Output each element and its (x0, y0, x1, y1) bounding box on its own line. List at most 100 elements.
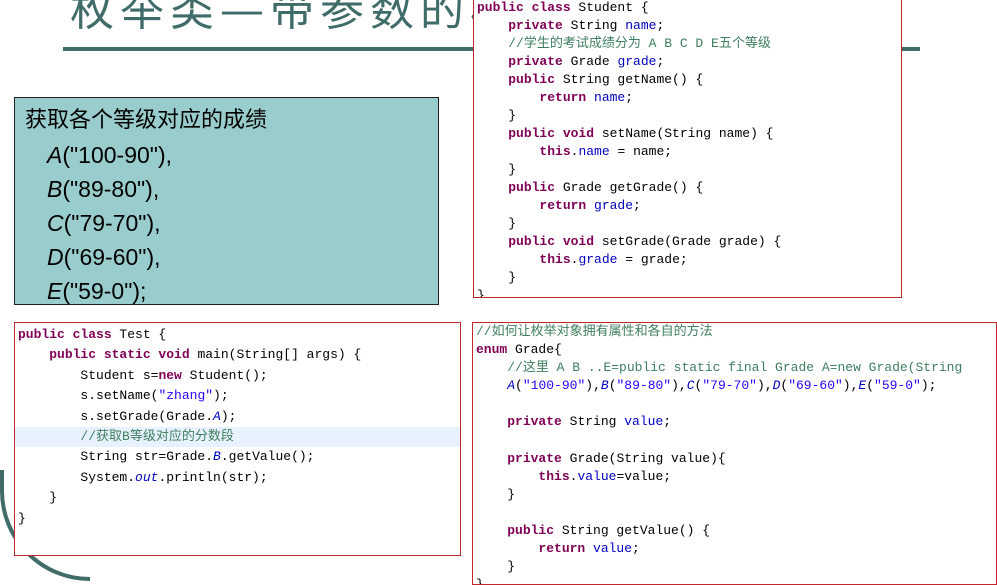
grade-range: ("100-90"), (62, 142, 172, 168)
code-token: } (476, 577, 484, 585)
code-token: } (18, 510, 26, 526)
code-token: C (686, 378, 695, 394)
code-line: } (15, 509, 460, 529)
code-token: ; (656, 54, 665, 69)
student-class-code: public class Student { private String na… (473, 0, 902, 298)
code-line: this.name = name; (474, 143, 901, 161)
code-token: main(String[] args) { (197, 347, 362, 363)
code-line: } (474, 161, 901, 179)
code-token: ( (866, 378, 875, 394)
code-line: public class Student { (474, 0, 901, 17)
code-token: String str=Grade. (18, 449, 214, 465)
grade-item: B("89-80"), (25, 172, 428, 206)
code-line: this.value=value; (473, 468, 996, 486)
code-token: private (508, 18, 571, 33)
code-line: } (473, 486, 996, 504)
code-token: public void (508, 126, 602, 141)
grade-item: D("69-60"), (25, 240, 428, 274)
code-token: Student { (578, 0, 649, 15)
code-token: "79-70" (702, 378, 757, 394)
code-token: //这里 A B ..E=public static final Grade A… (507, 360, 963, 376)
code-line: } (15, 488, 460, 508)
code-token: public void (508, 234, 602, 249)
code-token: .println(str); (158, 469, 268, 485)
code-line: //学生的考试成绩分为 A B C D E五个等级 (474, 35, 901, 53)
code-token: value (593, 541, 633, 557)
code-token: s.setGrade(Grade. (18, 408, 214, 424)
code-token: new (158, 367, 190, 383)
code-line: private String name; (474, 17, 901, 35)
code-token: Student s= (18, 367, 159, 383)
code-token: } (477, 108, 517, 123)
title-underline-right (902, 47, 920, 51)
code-token: return (539, 198, 595, 213)
code-line: } (474, 269, 901, 287)
grade-letter: B (47, 176, 63, 202)
code-token: String (569, 414, 625, 430)
code-token: = grade; (617, 252, 688, 267)
code-token: ), (671, 378, 687, 394)
title-underline (63, 47, 473, 51)
code-line (473, 395, 996, 413)
code-token: Grade{ (515, 342, 562, 358)
code-token: ; (633, 198, 641, 213)
code-line: enum Grade{ (473, 341, 996, 359)
code-token: ); (920, 378, 937, 394)
code-line: return grade; (474, 197, 901, 215)
code-line: A("100-90"),B("89-80"),C("79-70"),D("69-… (473, 377, 996, 395)
code-token: ; (656, 18, 665, 33)
code-token: ; (663, 414, 672, 430)
code-token: setName(String name) { (601, 126, 774, 141)
code-token: "69-60" (788, 378, 843, 394)
code-token: ( (608, 378, 617, 394)
code-token: private (508, 54, 571, 69)
code-token: public class (477, 0, 579, 15)
code-line: public String getName() { (474, 71, 901, 89)
code-line: private Grade grade; (474, 53, 901, 71)
code-line: s.setName("zhang"); (15, 386, 460, 406)
code-token: grade (578, 252, 618, 267)
code-token: public (508, 72, 563, 87)
code-token: ( (515, 378, 523, 394)
grade-item: A("100-90"), (25, 138, 428, 172)
code-line: //这里 A B ..E=public static final Grade A… (473, 359, 996, 377)
code-token: this (539, 144, 571, 159)
code-line: } (473, 558, 996, 576)
code-line: s.setGrade(Grade.A); (15, 407, 460, 427)
grade-ranges-box: 获取各个等级对应的成绩 A("100-90"), B("89-80"), C("79… (14, 97, 439, 305)
code-token: Grade getGrade() { (562, 180, 704, 195)
code-line: public void setGrade(Grade grade) { (474, 233, 901, 251)
code-line: Student s=new Student(); (15, 366, 460, 386)
code-token: } (476, 559, 516, 575)
code-token: A (507, 378, 516, 394)
code-token: } (476, 486, 516, 502)
code-line: return value; (473, 540, 996, 558)
code-line (473, 432, 996, 450)
grade-item: C("79-70"), (25, 206, 428, 240)
code-token: Grade(String value){ (569, 450, 726, 466)
code-token: B (600, 378, 609, 394)
grade-range: ("69-60"), (63, 244, 161, 270)
code-line: public static void main(String[] args) { (15, 345, 460, 365)
code-token: //如何让枚举对象拥有属性和各自的方法 (476, 324, 713, 339)
code-token: grade (594, 198, 634, 213)
code-line: private String value; (473, 413, 996, 431)
code-token: String getValue() { (561, 523, 711, 539)
code-token: .getValue(); (220, 449, 315, 465)
code-token: String getName() { (562, 72, 704, 87)
code-token: "zhang" (158, 388, 214, 404)
grade-letter: A (47, 142, 63, 168)
grade-letter: C (47, 210, 64, 236)
code-token: ); (213, 388, 229, 404)
code-token: } (477, 162, 517, 177)
code-line: //获取B等级对应的分数段 (15, 427, 460, 448)
